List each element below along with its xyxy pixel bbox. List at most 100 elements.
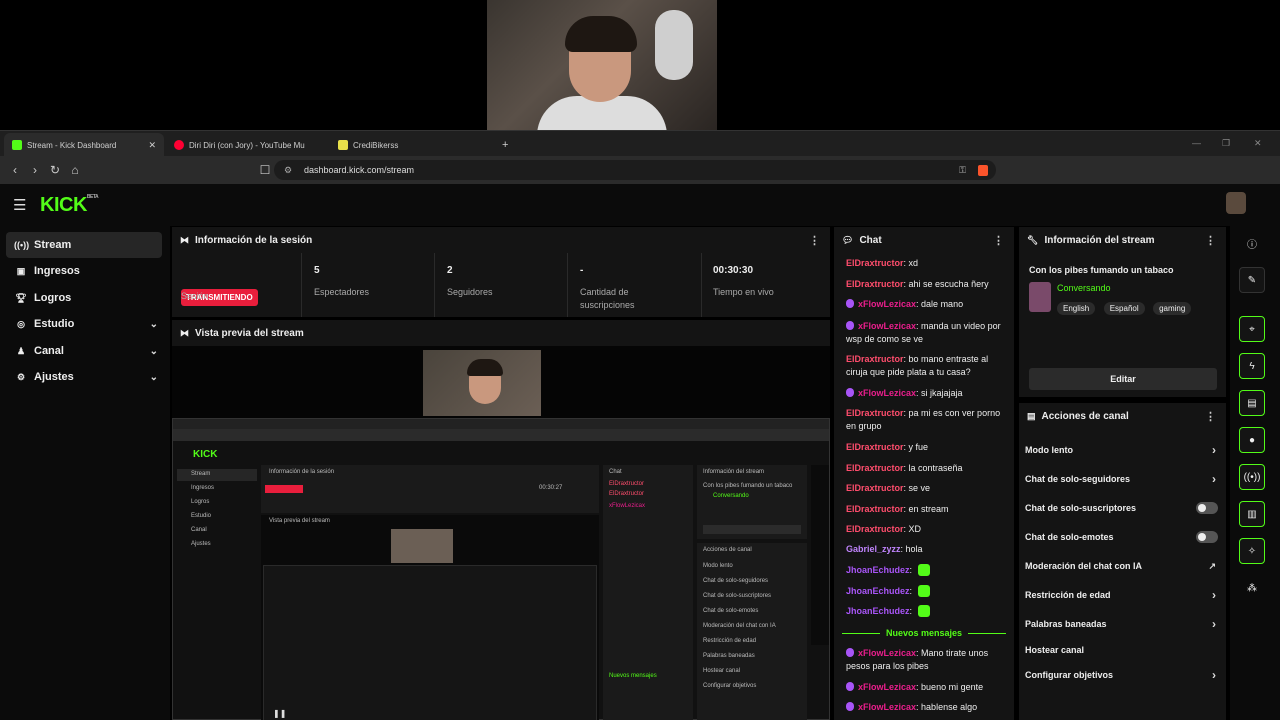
edit-pencil-icon[interactable]: ✎ xyxy=(1239,267,1265,293)
chat-username[interactable]: JhoanEchudez xyxy=(846,586,910,596)
hamburger-menu-icon[interactable]: ☰ xyxy=(13,196,26,214)
action-host-channel[interactable]: Hostear canal xyxy=(1025,640,1220,660)
edit-stream-button[interactable]: Editar xyxy=(1029,368,1217,390)
stream-video-preview[interactable]: KICK Stream Ingresos Logros Estudio Cana… xyxy=(172,346,830,720)
chat-message[interactable]: ElDraxtructor: xd xyxy=(846,257,1008,270)
action-slow-mode[interactable]: Modo lento › xyxy=(1025,440,1220,460)
sidebar-item-canal[interactable]: ♟ Canal ⌄ xyxy=(6,338,162,364)
chat-username[interactable]: JhoanEchudez xyxy=(846,606,910,616)
forward-icon[interactable]: › xyxy=(26,161,44,179)
chat-username[interactable]: ElDraxtructor xyxy=(846,442,904,452)
chat-message[interactable]: JhoanEchudez: xyxy=(846,605,1008,618)
chat-icon[interactable]: ● xyxy=(1239,427,1265,453)
chat-message[interactable]: xFlowLezicax: Mano tirate unos pesos par… xyxy=(846,647,1008,673)
more-options-icon[interactable]: ⋮ xyxy=(1205,234,1216,247)
chat-text: hablense algo xyxy=(921,702,978,712)
home-icon[interactable]: ⌂ xyxy=(66,161,84,179)
chat-message[interactable]: ElDraxtructor: bo mano entraste al ciruj… xyxy=(846,353,1008,379)
lightning-icon[interactable]: ϟ xyxy=(1239,353,1265,379)
more-options-icon[interactable]: ⋮ xyxy=(809,234,820,247)
layout-icon[interactable]: ▥ xyxy=(1239,501,1265,527)
action-configure-goals[interactable]: Configurar objetivos › xyxy=(1025,665,1220,685)
chat-username[interactable]: xFlowLezicax xyxy=(858,702,916,712)
chat-username[interactable]: JhoanEchudez xyxy=(846,565,910,575)
sidebar-item-ingresos[interactable]: ▣ Ingresos xyxy=(6,258,162,284)
close-window-icon[interactable]: ✕ xyxy=(1254,138,1262,149)
clip-icon[interactable]: ⌖ xyxy=(1239,316,1265,342)
action-emotes-only[interactable]: Chat de solo-emotes xyxy=(1025,527,1220,547)
brave-shield-icon[interactable] xyxy=(978,164,988,176)
chat-message[interactable]: ElDraxtructor: la contraseña xyxy=(846,462,1008,475)
info-icon[interactable]: ⓘ xyxy=(1239,230,1265,256)
action-followers-only[interactable]: Chat de solo-seguidores › xyxy=(1025,469,1220,489)
sidebar-item-ajustes[interactable]: ⚙ Ajustes ⌄ xyxy=(6,364,162,390)
reload-icon[interactable]: ↻ xyxy=(46,161,64,179)
chat-message[interactable]: xFlowLezicax: si jkajajaja xyxy=(846,387,1008,400)
stream-category[interactable]: Conversando xyxy=(1057,283,1111,293)
chat-message[interactable]: ElDraxtructor: y fue xyxy=(846,441,1008,454)
sidebar-item-label: Logros xyxy=(34,292,72,304)
sidebar-item-logros[interactable]: 🏆︎ Logros xyxy=(6,285,162,311)
chat-text: si jkajajaja xyxy=(921,388,963,398)
chat-username[interactable]: ElDraxtructor xyxy=(846,463,904,473)
tab-kick-dashboard[interactable]: Stream - Kick Dashboard ✕ xyxy=(4,133,164,157)
new-messages-divider[interactable]: Nuevos mensajes xyxy=(842,627,1007,639)
mini-action: Configurar objetivos xyxy=(703,683,757,689)
address-bar[interactable]: ⚙ dashboard.kick.com/stream ⚿ xyxy=(274,160,996,180)
integrations-icon[interactable]: ⁂ xyxy=(1239,575,1265,601)
chat-username[interactable]: ElDraxtructor xyxy=(846,279,904,289)
subscribers-only-toggle[interactable] xyxy=(1196,502,1218,514)
broadcast-icon[interactable]: ((•)) xyxy=(1239,464,1265,490)
chat-message[interactable]: JhoanEchudez: xyxy=(846,585,1008,598)
chat-message[interactable]: xFlowLezicax: manda un video por wsp de … xyxy=(846,320,1008,346)
chat-username[interactable]: ElDraxtructor xyxy=(846,408,904,418)
tab-youtube-music[interactable]: Diri Diri (con Jory) - YouTube Mu xyxy=(166,133,326,157)
chat-username[interactable]: xFlowLezicax xyxy=(858,682,916,692)
chevron-down-icon: ⌄ xyxy=(149,318,158,330)
credibikerss-favicon-icon xyxy=(338,140,348,150)
chat-username[interactable]: ElDraxtructor xyxy=(846,354,904,364)
chat-username[interactable]: xFlowLezicax xyxy=(858,321,916,331)
chat-username[interactable]: Gabriel_zyzz xyxy=(846,544,901,554)
emotes-only-toggle[interactable] xyxy=(1196,531,1218,543)
sidebar-item-estudio[interactable]: ◎ Estudio ⌄ xyxy=(6,311,162,337)
more-options-icon[interactable]: ⋮ xyxy=(993,234,1004,247)
kick-logo[interactable]: KICKBETA xyxy=(40,194,99,217)
chat-message[interactable]: ElDraxtructor: pa mi es con ver porno en… xyxy=(846,407,1008,433)
sidebar-item-stream[interactable]: ((•)) Stream xyxy=(6,232,162,258)
close-tab-icon[interactable]: ✕ xyxy=(148,140,156,151)
chat-message[interactable]: xFlowLezicax: bueno mi gente xyxy=(846,681,1008,694)
chat-message[interactable]: JhoanEchudez: xyxy=(846,564,1008,577)
tab-credibikerss[interactable]: CrediBikerss xyxy=(330,133,490,157)
chat-username[interactable]: ElDraxtructor xyxy=(846,258,904,268)
chat-username[interactable]: ElDraxtructor xyxy=(846,524,904,534)
chat-message[interactable]: ElDraxtructor: XD xyxy=(846,523,1008,536)
more-options-icon[interactable]: ⋮ xyxy=(1205,410,1216,423)
chat-message[interactable]: ElDraxtructor: en stream xyxy=(846,503,1008,516)
chat-message[interactable]: ElDraxtructor: se ve xyxy=(846,482,1008,495)
wrench-icon[interactable]: ✧ xyxy=(1239,538,1265,564)
new-tab-button[interactable]: + xyxy=(494,133,514,157)
user-avatar[interactable] xyxy=(1226,192,1246,214)
chat-username[interactable]: ElDraxtructor xyxy=(846,483,904,493)
action-subscribers-only[interactable]: Chat de solo-suscriptores xyxy=(1025,498,1220,518)
viewers-count: 5 xyxy=(314,265,320,276)
notes-icon[interactable]: ▤ xyxy=(1239,390,1265,416)
action-age-restriction[interactable]: Restricción de edad › xyxy=(1025,585,1220,605)
maximize-icon[interactable]: ❐ xyxy=(1222,138,1230,149)
chat-message[interactable]: ElDraxtructor: ahi se escucha ñery xyxy=(846,278,1008,291)
back-icon[interactable]: ‹ xyxy=(6,161,24,179)
chat-username[interactable]: xFlowLezicax xyxy=(858,648,916,658)
chat-username[interactable]: xFlowLezicax xyxy=(858,388,916,398)
password-key-icon[interactable]: ⚿ xyxy=(959,165,966,176)
chat-username[interactable]: xFlowLezicax xyxy=(858,299,916,309)
site-info-icon[interactable]: ⚙ xyxy=(284,165,292,176)
minimize-icon[interactable]: — xyxy=(1192,138,1201,148)
chat-username[interactable]: ElDraxtructor xyxy=(846,504,904,514)
chat-message[interactable]: xFlowLezicax: dale mano xyxy=(846,298,1008,311)
bookmark-icon[interactable]: ☐ xyxy=(256,161,274,179)
action-banned-words[interactable]: Palabras baneadas › xyxy=(1025,614,1220,634)
action-ai-moderation[interactable]: Moderación del chat con IA ↗ xyxy=(1025,556,1220,576)
chat-message[interactable]: xFlowLezicax: hablense algo xyxy=(846,701,1008,714)
chat-message[interactable]: Gabriel_zyzz: hola xyxy=(846,543,1008,556)
